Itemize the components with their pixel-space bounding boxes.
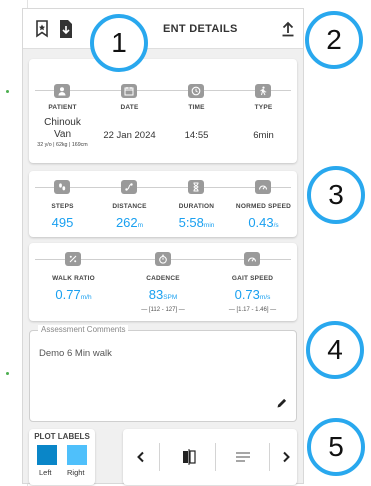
walk-ratio-value: 0.77m/h: [55, 287, 92, 302]
walk-ratio-label: WALK RATIO: [52, 275, 95, 282]
cadence-cell: CADENCE 83SPM — [112 - 127] —: [118, 243, 208, 321]
list-lines-icon[interactable]: [229, 441, 257, 473]
time-value: 14:55: [184, 130, 209, 141]
normed-speed-value: 0.43/s: [248, 215, 279, 230]
type-value: 6min: [253, 130, 274, 141]
divider: [159, 443, 160, 471]
hourglass-icon: [188, 180, 204, 194]
page-title: ENT DETAILS: [163, 23, 238, 35]
normed-speed-unit: /s: [273, 222, 279, 229]
person-icon: [54, 84, 70, 98]
speedometer-icon: [255, 180, 271, 194]
cadence-value: 83SPM: [148, 287, 178, 302]
distance-value: 262m: [115, 215, 144, 230]
footprints-icon: [54, 180, 70, 194]
date-value: 22 Jan 2024: [103, 130, 156, 141]
plot-navigation-bar: [123, 429, 297, 485]
right-label: Right: [67, 468, 85, 477]
duration-unit: min: [203, 222, 215, 229]
edit-pencil-icon[interactable]: [276, 396, 288, 414]
duration-value: 5:58min: [178, 215, 215, 230]
type-label: TYPE: [254, 104, 273, 111]
status-dot: [6, 372, 9, 375]
right-color-swatch[interactable]: [67, 445, 87, 465]
route-icon: [121, 180, 137, 194]
speedometer-icon: [244, 252, 260, 266]
steps-value: 495: [51, 215, 74, 230]
upload-icon[interactable]: [280, 20, 298, 40]
stopwatch-icon: [155, 252, 171, 266]
patient-name-line1: Chinouk: [44, 117, 81, 128]
walk-ratio-unit: m/h: [80, 294, 92, 301]
compare-sides-icon[interactable]: [175, 441, 203, 473]
steps-cell: STEPS 495: [29, 171, 96, 237]
time-cell: TIME 14:55: [163, 59, 230, 163]
left-color-swatch[interactable]: [37, 445, 57, 465]
callout-3: 3: [307, 166, 365, 224]
gait-speed-label: GAIT SPEED: [231, 275, 274, 282]
assessment-comments-text: Demo 6 Min walk: [39, 348, 112, 359]
normed-speed-label: NORMED SPEED: [235, 203, 292, 210]
left-label: Left: [39, 468, 52, 477]
duration-cell: DURATION 5:58min: [163, 171, 230, 237]
distance-cell: DISTANCE 262m: [96, 171, 163, 237]
patient-name-line2: Van: [53, 129, 72, 140]
panel-header: ENT DETAILS: [23, 9, 303, 49]
date-cell: DATE 22 Jan 2024: [96, 59, 163, 163]
callout-5: 5: [307, 418, 365, 476]
assessment-comments-field[interactable]: Assessment Comments Demo 6 Min walk: [29, 325, 297, 422]
gait-speed-value: 0.73m/s: [234, 287, 271, 302]
assessment-details-panel: ENT DETAILS PATIENT Chinouk Van 32 y/o |…: [22, 8, 304, 485]
previous-button[interactable]: [127, 441, 155, 473]
cadence-label: CADENCE: [146, 275, 180, 282]
type-cell: TYPE 6min: [230, 59, 297, 163]
time-label: TIME: [188, 104, 205, 111]
gait-speed-unit: m/s: [259, 294, 271, 301]
download-file-icon[interactable]: [57, 19, 75, 39]
metrics-card-secondary: WALK RATIO 0.77m/h CADENCE 83SPM — [112 …: [29, 243, 297, 321]
date-label: DATE: [120, 104, 139, 111]
gait-speed-range: — [1.17 - 1.46] —: [228, 307, 277, 313]
metrics-card-primary: STEPS 495 DISTANCE 262m DURATION 5:58min…: [29, 171, 297, 237]
percent-icon: [65, 252, 81, 266]
plot-labels-title: PLOT LABELS: [34, 432, 90, 441]
walk-ratio-cell: WALK RATIO 0.77m/h: [29, 243, 118, 321]
patient-label: PATIENT: [48, 104, 77, 111]
steps-label: STEPS: [51, 203, 74, 210]
gait-speed-cell: GAIT SPEED 0.73m/s — [1.17 - 1.46] —: [208, 243, 297, 321]
assessment-comments-legend: Assessment Comments: [38, 325, 129, 334]
summary-card: PATIENT Chinouk Van 32 y/o | 62kg | 169c…: [29, 59, 297, 163]
plot-labels-card: PLOT LABELS Left Right: [29, 429, 95, 485]
distance-label: DISTANCE: [112, 203, 147, 210]
divider: [215, 443, 216, 471]
status-dot: [6, 90, 9, 93]
cadence-range: — [112 - 127] —: [141, 307, 185, 313]
divider: [269, 443, 270, 471]
callout-4: 4: [306, 321, 364, 379]
next-button[interactable]: [275, 441, 297, 473]
clock-icon: [188, 84, 204, 98]
bookmark-icon[interactable]: [33, 19, 51, 39]
distance-unit: m: [137, 222, 144, 229]
walking-person-icon: [255, 84, 271, 98]
patient-cell: PATIENT Chinouk Van 32 y/o | 62kg | 169c…: [29, 59, 96, 163]
normed-speed-cell: NORMED SPEED 0.43/s: [230, 171, 297, 237]
callout-1: 1: [90, 14, 148, 72]
duration-label: DURATION: [178, 203, 215, 210]
calendar-icon: [121, 84, 137, 98]
patient-info: 32 y/o | 62kg | 169cm: [37, 142, 88, 148]
callout-2: 2: [305, 11, 363, 69]
cadence-unit: SPM: [163, 294, 178, 301]
